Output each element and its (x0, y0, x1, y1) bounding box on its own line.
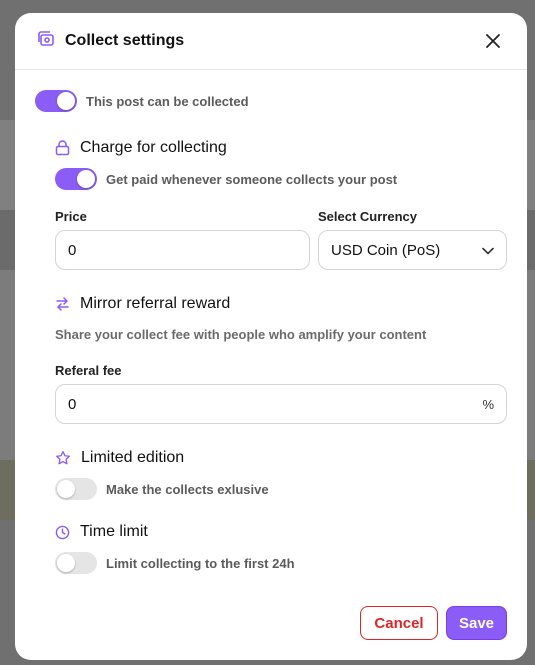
dialog-title: Collect settings (65, 32, 185, 49)
lock-icon (55, 140, 70, 156)
referral-fee-value: 0 (68, 395, 77, 413)
mirror-title: Mirror referral reward (80, 295, 231, 312)
time-limit-toggle[interactable] (55, 552, 97, 574)
close-icon (486, 34, 500, 48)
price-label: Price (55, 209, 87, 224)
close-button[interactable] (481, 29, 505, 53)
collect-icon (37, 30, 55, 53)
limited-title: Limited edition (81, 449, 185, 466)
mirror-helper-text: Share your collect fee with people who a… (55, 327, 427, 342)
toggle-knob (57, 554, 75, 572)
price-input[interactable]: 0 (55, 230, 310, 270)
limited-toggle[interactable] (55, 478, 97, 500)
clock-icon (55, 525, 70, 539)
collectible-toggle[interactable] (35, 90, 77, 112)
limited-section-title: Limited edition (55, 449, 184, 467)
chevron-down-icon (482, 243, 494, 258)
cancel-button[interactable]: Cancel (360, 606, 438, 640)
toggle-knob (77, 170, 95, 188)
toggle-knob (57, 480, 75, 498)
limited-toggle-label: Make the collects exlusive (106, 482, 269, 497)
time-limit-title: Time limit (80, 523, 148, 540)
toggle-knob (57, 92, 75, 110)
referral-fee-label: Referal fee (55, 363, 122, 378)
price-value: 0 (68, 241, 77, 259)
save-button[interactable]: Save (446, 606, 507, 640)
collectible-toggle-label: This post can be collected (86, 94, 249, 109)
currency-value: USD Coin (PoS) (331, 241, 441, 259)
mirror-section-title: Mirror referral reward (55, 295, 230, 313)
charge-toggle[interactable] (55, 168, 97, 190)
star-icon (56, 451, 70, 465)
dialog-header: Collect settings (15, 13, 527, 70)
charge-toggle-label: Get paid whenever someone collects your … (106, 172, 398, 187)
currency-label: Select Currency (318, 209, 417, 224)
time-limit-toggle-label: Limit collecting to the first 24h (106, 556, 295, 571)
currency-select[interactable]: USD Coin (PoS) (318, 230, 507, 270)
charge-section-title: Charge for collecting (55, 139, 227, 157)
charge-title: Charge for collecting (80, 139, 227, 156)
collect-settings-dialog: Collect settings This post can be collec… (15, 13, 527, 660)
switch-arrows-icon (56, 297, 69, 311)
referral-fee-input[interactable]: 0 % (55, 384, 507, 424)
percent-suffix: % (482, 396, 494, 412)
time-limit-section-title: Time limit (55, 523, 148, 541)
